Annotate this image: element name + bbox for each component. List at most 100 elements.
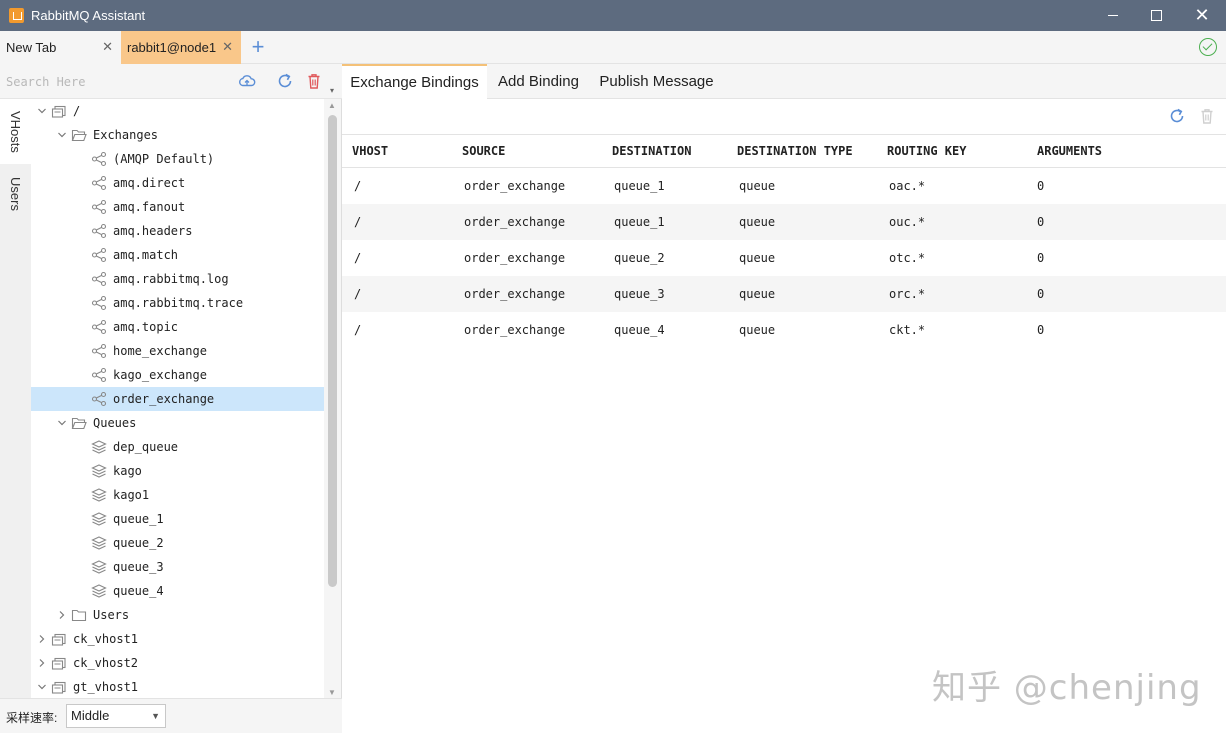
tree-item[interactable]: kago1: [31, 483, 324, 507]
main-content: Exchange Bindings Add Binding Publish Me…: [342, 64, 1226, 733]
table-row[interactable]: / order_exchange queue_1 queue oac.* 0: [342, 168, 1226, 204]
sample-rate-value: Middle: [71, 708, 110, 723]
chevron-right-icon[interactable]: [37, 658, 47, 668]
tree-item[interactable]: gt_vhost1: [31, 675, 324, 699]
title-bar: RabbitMQ Assistant ✕: [0, 0, 1226, 31]
refresh-icon[interactable]: [276, 72, 294, 90]
tab-rabbit1-node1[interactable]: rabbit1@node1 ✕: [121, 31, 241, 64]
tree-item[interactable]: home_exchange: [31, 339, 324, 363]
tree-item[interactable]: (AMQP Default): [31, 147, 324, 171]
vhost-icon: [51, 681, 66, 694]
tree-item[interactable]: amq.headers: [31, 219, 324, 243]
tree-item[interactable]: amq.fanout: [31, 195, 324, 219]
exchange-icon: [91, 367, 107, 383]
tree-item[interactable]: Exchanges: [31, 123, 324, 147]
tree-item[interactable]: amq.rabbitmq.trace: [31, 291, 324, 315]
cell-arguments: 0: [1037, 215, 1045, 229]
tree-item[interactable]: ck_vhost2: [31, 651, 324, 675]
search-input[interactable]: [6, 72, 226, 92]
column-header-destination-type[interactable]: DESTINATION TYPE: [737, 144, 853, 158]
cell-arguments: 0: [1037, 179, 1045, 193]
column-header-destination[interactable]: DESTINATION: [612, 144, 691, 158]
tree-item[interactable]: amq.direct: [31, 171, 324, 195]
tree-item[interactable]: ck_vhost1: [31, 627, 324, 651]
scroll-down-icon[interactable]: ▼: [328, 688, 336, 697]
column-header-source[interactable]: SOURCE: [462, 144, 505, 158]
vhost-icon: [51, 657, 66, 670]
close-icon[interactable]: ✕: [222, 39, 233, 55]
tree-item-label: order_exchange: [113, 392, 215, 406]
cloud-sync-icon[interactable]: [238, 72, 256, 90]
minimize-button[interactable]: [1090, 0, 1136, 31]
chevron-down-icon[interactable]: ▾: [330, 86, 336, 95]
tree-scrollbar[interactable]: ▲ ▼: [324, 99, 341, 699]
close-icon[interactable]: ✕: [102, 39, 113, 55]
chevron-down-icon[interactable]: [57, 130, 67, 140]
table-row[interactable]: / order_exchange queue_3 queue orc.* 0: [342, 276, 1226, 312]
tab-new-tab[interactable]: New Tab ✕: [0, 31, 121, 64]
cell-arguments: 0: [1037, 323, 1045, 337]
tree-item-label: kago1: [113, 488, 150, 502]
chevron-down-icon[interactable]: [37, 682, 47, 692]
scrollbar-thumb[interactable]: [328, 115, 337, 587]
chevron-down-icon[interactable]: [57, 418, 67, 428]
chevron-right-icon[interactable]: [57, 610, 67, 620]
tab-label: New Tab: [6, 40, 57, 55]
rabbitmq-logo-icon: [9, 8, 24, 23]
cell-routing-key: ckt.*: [889, 323, 926, 337]
cell-source: order_exchange: [464, 323, 566, 337]
close-window-button[interactable]: ✕: [1179, 0, 1225, 31]
cell-routing-key: orc.*: [889, 287, 926, 301]
tree-item[interactable]: kago: [31, 459, 324, 483]
tree-item-label: (AMQP Default): [113, 152, 215, 166]
tree-item-label: dep_queue: [113, 440, 179, 454]
table-row[interactable]: / order_exchange queue_2 queue otc.* 0: [342, 240, 1226, 276]
tree-item[interactable]: queue_2: [31, 531, 324, 555]
add-tab-button[interactable]: +: [248, 34, 268, 60]
tab-users[interactable]: Users: [0, 164, 31, 224]
column-header-arguments[interactable]: ARGUMENTS: [1037, 144, 1102, 158]
tree-item-label: gt_vhost1: [73, 680, 139, 694]
connected-check-icon: [1199, 38, 1217, 56]
tree-item[interactable]: Users: [31, 603, 324, 627]
maximize-button[interactable]: [1133, 0, 1179, 31]
tree-item-label: amq.match: [113, 248, 179, 262]
tree-item[interactable]: amq.match: [31, 243, 324, 267]
tree-item[interactable]: /: [31, 99, 324, 123]
sample-rate-bar: 采样速率: Middle ▼: [0, 698, 342, 733]
tree-item[interactable]: queue_3: [31, 555, 324, 579]
tree-item-label: amq.direct: [113, 176, 186, 190]
sample-rate-select[interactable]: Middle ▼: [66, 704, 166, 728]
tree-item-label: Users: [93, 608, 130, 622]
exchange-icon: [91, 151, 107, 167]
table-row[interactable]: / order_exchange queue_4 queue ckt.* 0: [342, 312, 1226, 348]
tab-vhosts[interactable]: VHosts: [0, 99, 31, 164]
tree-item[interactable]: amq.topic: [31, 315, 324, 339]
tree-item[interactable]: dep_queue: [31, 435, 324, 459]
tree-item[interactable]: order_exchange: [31, 387, 324, 411]
sidebar: ▾ / Exchanges (AMQP Default) amq.direct amq.…: [0, 64, 342, 733]
exchange-icon: [91, 247, 107, 263]
tree-item[interactable]: kago_exchange: [31, 363, 324, 387]
refresh-icon[interactable]: [1168, 107, 1186, 125]
chevron-down-icon[interactable]: [37, 106, 47, 116]
tree-item[interactable]: amq.rabbitmq.log: [31, 267, 324, 291]
tab-exchange-bindings[interactable]: Exchange Bindings: [342, 64, 487, 99]
folder-open-icon: [71, 129, 87, 142]
cell-source: order_exchange: [464, 287, 566, 301]
column-header-vhost[interactable]: VHOST: [352, 144, 388, 158]
queue-icon: [91, 512, 107, 526]
tree-item[interactable]: queue_1: [31, 507, 324, 531]
trash-icon[interactable]: [305, 72, 323, 90]
table-row[interactable]: / order_exchange queue_1 queue ouc.* 0: [342, 204, 1226, 240]
tab-add-binding[interactable]: Add Binding: [487, 64, 590, 99]
tree-item[interactable]: queue_4: [31, 579, 324, 603]
chevron-right-icon[interactable]: [37, 634, 47, 644]
cell-vhost: /: [354, 179, 362, 193]
column-header-routing-key[interactable]: ROUTING KEY: [887, 144, 966, 158]
vertical-tab-strip: VHosts Users: [0, 99, 31, 698]
scroll-up-icon[interactable]: ▲: [328, 101, 336, 110]
tree-item[interactable]: Queues: [31, 411, 324, 435]
trash-icon[interactable]: [1199, 107, 1215, 125]
tab-publish-message[interactable]: Publish Message: [590, 64, 723, 99]
